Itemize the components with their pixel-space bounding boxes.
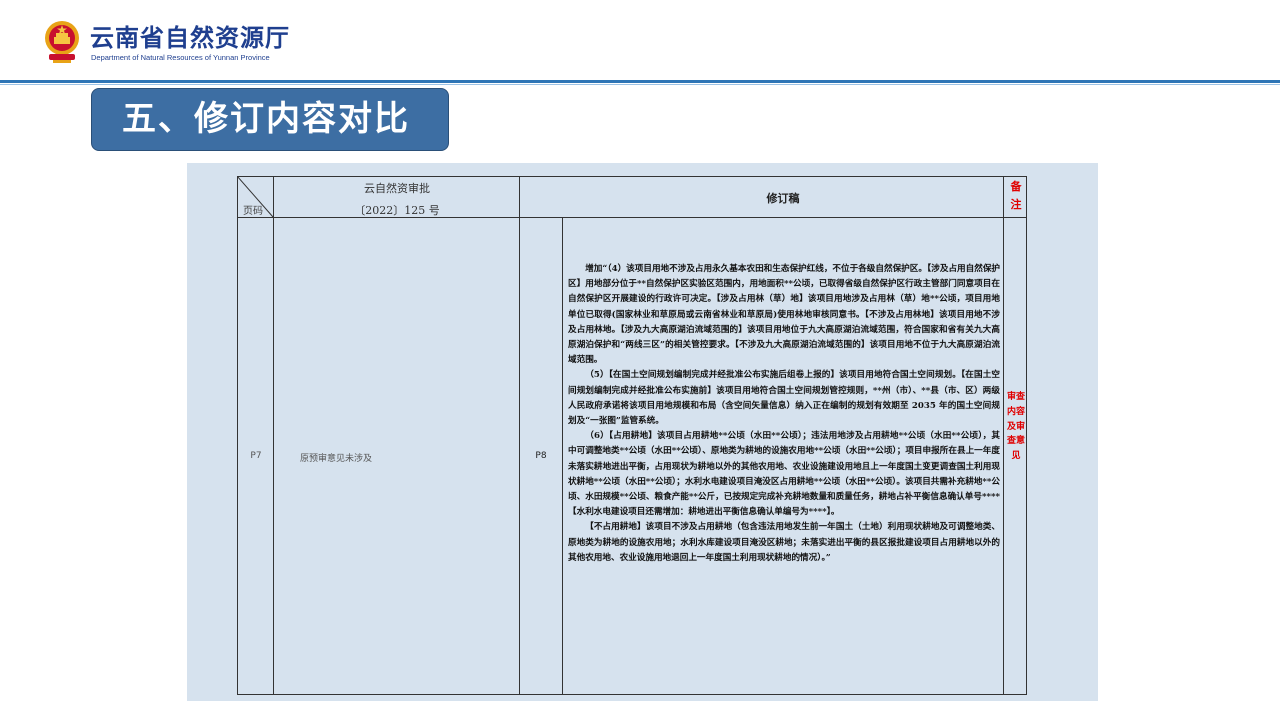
org-name-cn: 云南省自然资源厅 <box>90 23 290 52</box>
page-original: P7 <box>250 451 262 461</box>
revised-paragraph: （6）【占用耕地】该项目占用耕地**公顷（水田**公顷）；违法用地涉及占用耕地*… <box>568 431 1000 518</box>
revised-paragraph: 【不占用耕地】该项目不涉及占用耕地（包含违法用地发生前一年国土（土地）利用现状耕… <box>568 522 1000 563</box>
table-border-top <box>237 176 1027 177</box>
header-original: 云自然资审批 〔2022〕125 号 <box>275 178 519 222</box>
table-col-divider-1 <box>273 176 274 695</box>
page-revised: P8 <box>535 451 547 461</box>
header-note: 备注 <box>1010 180 1022 211</box>
header-original-line2: 〔2022〕125 号 <box>354 204 440 217</box>
page-header: 云南省自然资源厅 Department of Natural Resources… <box>0 0 1280 80</box>
revised-paragraph: 增加“（4）该项目用地不涉及占用永久基本农田和生态保护红线，不位于各级自然保护区… <box>568 264 1001 366</box>
table-border-right <box>1026 176 1027 695</box>
original-content: 原预审意见未涉及 <box>300 454 373 464</box>
header-divider <box>0 80 1280 83</box>
org-name-en: Department of Natural Resources of Yunna… <box>91 53 270 62</box>
table-border-bottom <box>237 694 1027 695</box>
revised-content: 增加“（4）该项目用地不涉及占用永久基本农田和生态保护红线，不位于各级自然保护区… <box>568 262 1000 566</box>
section-title: 五、修订内容对比 <box>91 88 449 151</box>
note-content: 审查内容及审查意见 <box>1006 392 1025 462</box>
table-col-divider-2 <box>519 176 520 695</box>
table-col-divider-3 <box>562 217 563 695</box>
header-divider-light <box>0 84 1280 85</box>
header-revised: 修订稿 <box>766 192 800 205</box>
table-border-left <box>237 176 238 695</box>
table-col-divider-4 <box>1003 176 1004 695</box>
header-original-line1: 云自然资审批 <box>364 182 430 195</box>
national-emblem-icon <box>45 21 79 63</box>
header-page: 页码 <box>243 206 263 217</box>
revised-paragraph: （5）【在国土空间规划编制完成并经批准公布实施后组卷上报的】该项目用地符合国土空… <box>568 370 1000 427</box>
